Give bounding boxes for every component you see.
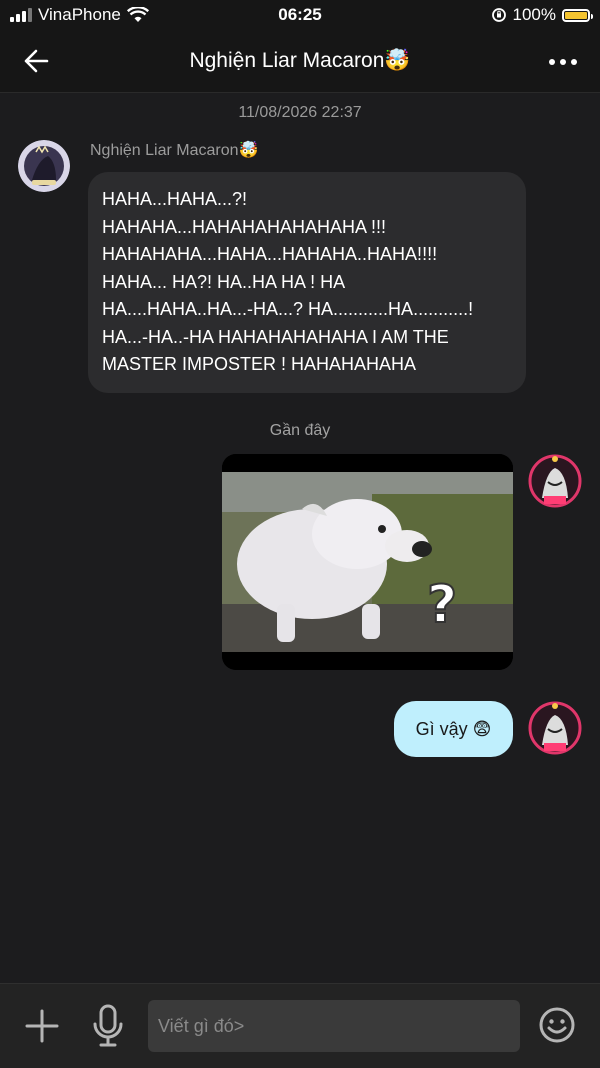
section-label-recent: Gần đây <box>269 422 331 439</box>
emoji-icon[interactable] <box>538 1006 576 1044</box>
battery-percent: 100% <box>512 5 556 24</box>
dog-meme-image: ? <box>222 454 513 670</box>
sender-name: Nghiện Liar Macaron🤯 <box>90 142 259 159</box>
composer-bar <box>0 983 600 1068</box>
image-message[interactable]: ? <box>222 454 513 670</box>
outgoing-message-bubble[interactable]: Gì vậy 😨 <box>394 701 513 757</box>
incoming-message-bubble[interactable]: HAHA...HAHA...?! HAHAHA...HAHAHAHAHAHAHA… <box>88 172 526 393</box>
message-timestamp: 11/08/2026 22:37 <box>238 104 362 121</box>
more-options-icon[interactable] <box>546 52 580 72</box>
chat-header: Nghiện Liar Macaron🤯 <box>0 30 600 93</box>
message-input[interactable] <box>148 1000 520 1052</box>
microphone-icon[interactable] <box>90 1004 126 1048</box>
status-bar-right: 100% <box>491 5 593 25</box>
battery-icon <box>562 8 593 22</box>
svg-text:?: ? <box>427 575 457 635</box>
sender-avatar[interactable] <box>18 140 70 192</box>
my-avatar[interactable] <box>528 701 582 755</box>
plus-icon[interactable] <box>24 1008 60 1044</box>
status-bar: VinaPhone 06:25 100% <box>0 0 600 30</box>
my-avatar[interactable] <box>528 454 582 508</box>
orientation-lock-icon <box>491 8 506 22</box>
chat-title: Nghiện Liar Macaron🤯 <box>189 49 411 72</box>
